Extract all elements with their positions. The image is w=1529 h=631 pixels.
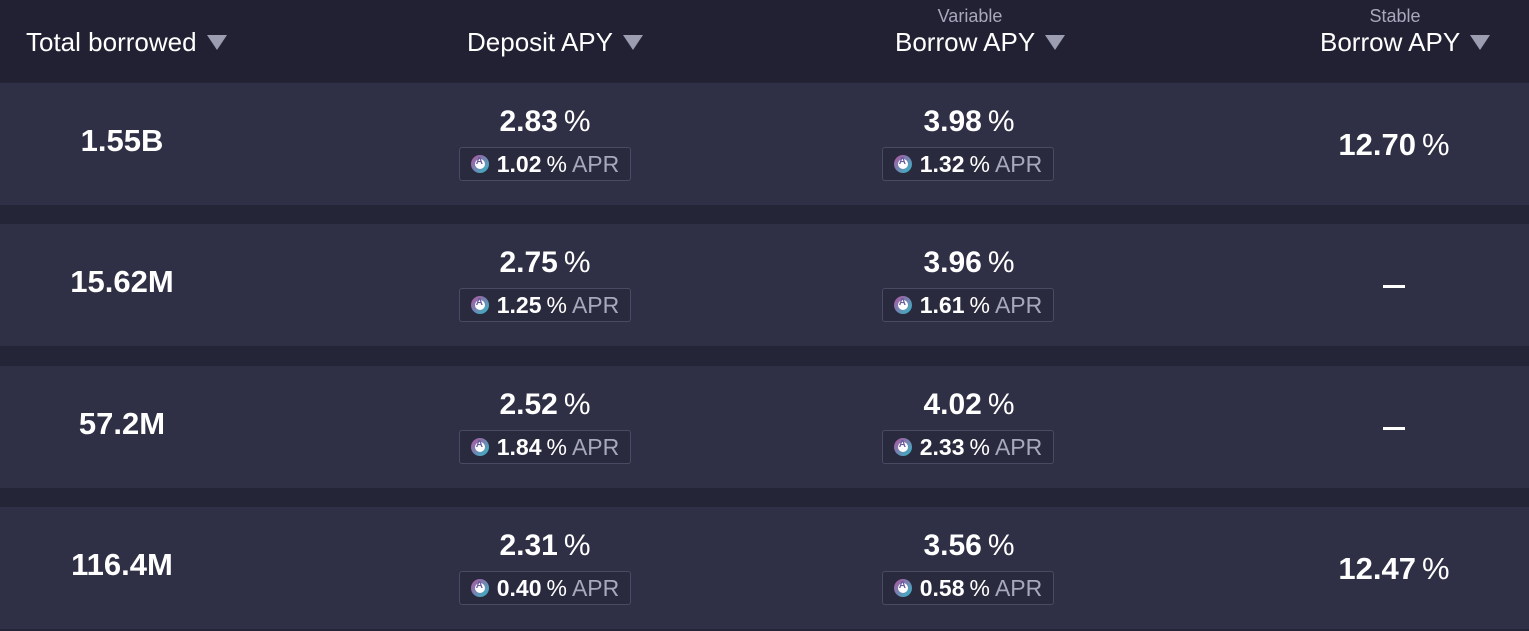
apr-label: APR bbox=[571, 574, 620, 601]
deposit-apy-value: 2.75 bbox=[499, 246, 558, 279]
variable-apr-value: 1.61 bbox=[919, 291, 965, 318]
markets-table: Total borrowed Deposit APY Variable Borr… bbox=[0, 0, 1529, 631]
variable-apr-value: 0.58 bbox=[919, 574, 965, 601]
variable-apy-value: 3.96 bbox=[923, 246, 982, 279]
percent-sign: % bbox=[969, 433, 990, 460]
sort-caret-icon[interactable] bbox=[622, 35, 643, 50]
aave-token-icon bbox=[893, 155, 912, 173]
deposit-apr-value: 1.02 bbox=[496, 150, 542, 177]
table-row[interactable]: 15.62M 2.75% 1.25 % APR 3.96% 1.61 % APR bbox=[0, 224, 1529, 346]
deposit-apy-value: 2.31 bbox=[499, 529, 558, 562]
table-row[interactable]: 116.4M 2.31% 0.40 % APR 3.56% 0.58 % APR… bbox=[0, 507, 1529, 629]
header-variable-borrow-apy-label: Borrow APY bbox=[895, 27, 1036, 57]
total-borrowed-value: 116.4M bbox=[71, 547, 173, 582]
deposit-apr-badge[interactable]: 1.25 % APR bbox=[459, 288, 631, 322]
percent-sign: % bbox=[546, 433, 567, 460]
deposit-apy-value: 2.52 bbox=[499, 388, 558, 421]
header-stable-sub: Stable bbox=[1369, 6, 1421, 26]
apr-label: APR bbox=[994, 150, 1043, 177]
deposit-apy-cell: 2.31% bbox=[445, 529, 645, 567]
deposit-apy-cell: 2.83% bbox=[445, 105, 645, 143]
aave-token-icon bbox=[470, 296, 489, 314]
variable-apr-badge[interactable]: 1.61 % APR bbox=[882, 288, 1054, 322]
apr-label: APR bbox=[994, 433, 1043, 460]
variable-apr-badge[interactable]: 2.33 % APR bbox=[882, 430, 1054, 464]
variable-apy-cell: 3.56% bbox=[869, 529, 1069, 567]
percent-sign: % bbox=[563, 388, 591, 421]
deposit-apr-value: 1.84 bbox=[496, 433, 542, 460]
apr-label: APR bbox=[994, 574, 1043, 601]
deposit-apr-value: 0.40 bbox=[496, 574, 542, 601]
percent-sign: % bbox=[987, 105, 1015, 138]
percent-sign: % bbox=[563, 529, 591, 562]
percent-sign: % bbox=[563, 246, 591, 279]
variable-apy-cell: 3.96% bbox=[869, 246, 1069, 284]
deposit-apr-badge[interactable]: 1.02 % APR bbox=[459, 147, 631, 181]
table-row[interactable]: 1.55B 2.83% 1.02 % APR 3.98% 1.32 % APR … bbox=[0, 83, 1529, 205]
total-borrowed-value: 1.55B bbox=[80, 123, 164, 158]
header-deposit-apy[interactable]: Deposit APY bbox=[440, 0, 680, 82]
aave-token-icon bbox=[470, 438, 489, 456]
stable-apy-unavailable-dash bbox=[1383, 285, 1405, 288]
header-deposit-apy-label: Deposit APY bbox=[467, 27, 613, 57]
percent-sign: % bbox=[969, 291, 990, 318]
sort-caret-icon[interactable] bbox=[206, 35, 227, 50]
apr-label: APR bbox=[571, 291, 620, 318]
header-total-borrowed-label: Total borrowed bbox=[26, 27, 197, 57]
deposit-apy-cell: 2.75% bbox=[445, 246, 645, 284]
aave-token-icon bbox=[893, 296, 912, 314]
aave-token-icon bbox=[893, 438, 912, 456]
percent-sign: % bbox=[1422, 127, 1450, 162]
apr-label: APR bbox=[571, 433, 620, 460]
variable-apy-value: 4.02 bbox=[923, 388, 982, 421]
variable-apy-cell: 4.02% bbox=[869, 388, 1069, 426]
deposit-apr-badge[interactable]: 1.84 % APR bbox=[459, 430, 631, 464]
stable-apy-unavailable-dash bbox=[1383, 427, 1405, 430]
variable-apy-value: 3.98 bbox=[923, 105, 982, 138]
table-header: Total borrowed Deposit APY Variable Borr… bbox=[0, 0, 1529, 82]
table-row[interactable]: 57.2M 2.52% 1.84 % APR 4.02% 2.33 % APR bbox=[0, 366, 1529, 488]
percent-sign: % bbox=[563, 105, 591, 138]
header-variable-borrow-apy[interactable]: Variable Borrow APY bbox=[860, 0, 1080, 82]
total-borrowed-value: 15.62M bbox=[70, 264, 174, 299]
stable-apy-cell: 12.47% bbox=[1294, 551, 1494, 587]
percent-sign: % bbox=[546, 150, 567, 177]
sort-caret-icon[interactable] bbox=[1045, 35, 1066, 50]
variable-apr-value: 1.32 bbox=[919, 150, 965, 177]
apr-label: APR bbox=[994, 291, 1043, 318]
header-stable-borrow-apy-label: Borrow APY bbox=[1320, 27, 1461, 57]
variable-apr-badge[interactable]: 0.58 % APR bbox=[882, 571, 1054, 605]
deposit-apy-value: 2.83 bbox=[499, 105, 558, 138]
total-borrowed-value: 57.2M bbox=[78, 406, 166, 441]
aave-token-icon bbox=[470, 579, 489, 597]
percent-sign: % bbox=[969, 574, 990, 601]
aave-token-icon bbox=[893, 579, 912, 597]
sort-caret-icon[interactable] bbox=[1470, 35, 1491, 50]
header-variable-sub: Variable bbox=[937, 6, 1003, 26]
percent-sign: % bbox=[546, 574, 567, 601]
percent-sign: % bbox=[969, 150, 990, 177]
stable-apy-cell: 12.70% bbox=[1294, 127, 1494, 163]
deposit-apy-cell: 2.52% bbox=[445, 388, 645, 426]
percent-sign: % bbox=[987, 388, 1015, 421]
header-total-borrowed[interactable]: Total borrowed bbox=[0, 0, 260, 82]
aave-token-icon bbox=[470, 155, 489, 173]
percent-sign: % bbox=[987, 529, 1015, 562]
stable-apy-value: 12.47 bbox=[1338, 551, 1416, 586]
percent-sign: % bbox=[1422, 551, 1450, 586]
variable-apr-badge[interactable]: 1.32 % APR bbox=[882, 147, 1054, 181]
variable-apr-value: 2.33 bbox=[919, 433, 965, 460]
variable-apy-value: 3.56 bbox=[923, 529, 982, 562]
deposit-apr-badge[interactable]: 0.40 % APR bbox=[459, 571, 631, 605]
variable-apy-cell: 3.98% bbox=[869, 105, 1069, 143]
percent-sign: % bbox=[987, 246, 1015, 279]
deposit-apr-value: 1.25 bbox=[496, 291, 542, 318]
stable-apy-value: 12.70 bbox=[1338, 127, 1416, 162]
header-stable-borrow-apy[interactable]: Stable Borrow APY bbox=[1290, 0, 1510, 82]
apr-label: APR bbox=[571, 150, 620, 177]
percent-sign: % bbox=[546, 291, 567, 318]
